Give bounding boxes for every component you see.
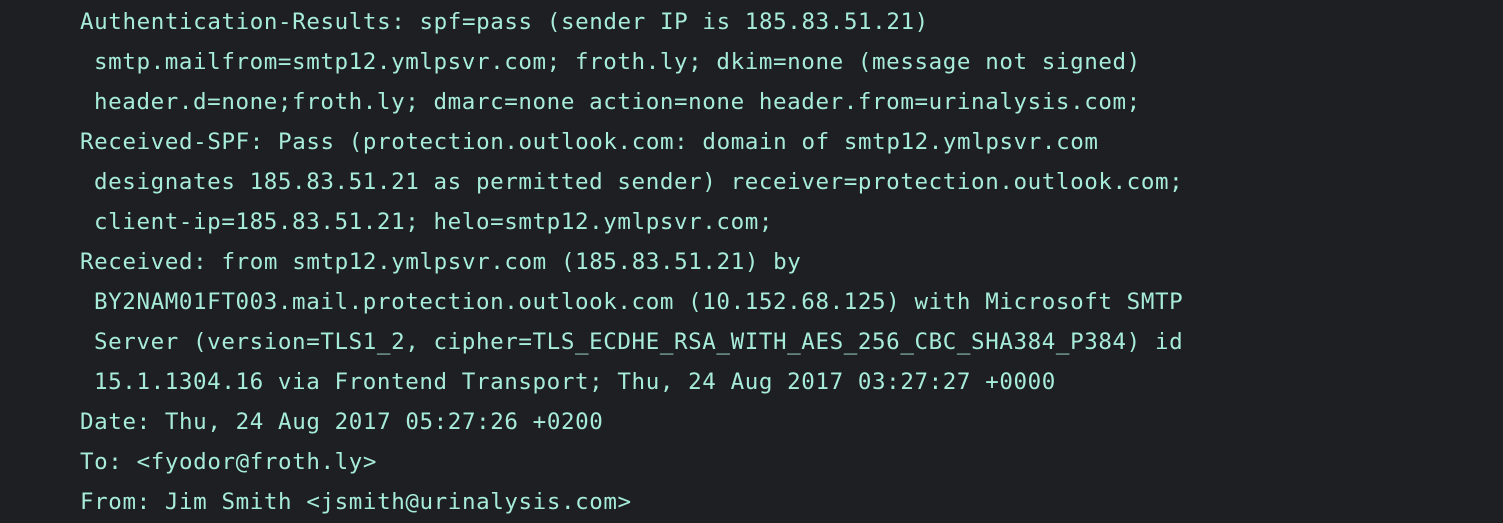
header-line-to: To: <fyodor@froth.ly> [80,449,378,475]
header-line-continuation: smtp.mailfrom=smtp12.ymlpsvr.com; froth.… [94,49,1141,75]
header-line-from: From: Jim Smith <jsmith@urinalysis.com> [80,489,632,515]
header-line-continuation: client-ip=185.83.51.21; helo=smtp12.ymlp… [94,209,774,235]
header-line-received: Received: from smtp12.ymlpsvr.com (185.8… [80,249,802,275]
header-line-continuation: designates 185.83.51.21 as permitted sen… [94,169,1184,195]
header-line-authentication-results: Authentication-Results: spf=pass (sender… [80,9,929,35]
header-line-date: Date: Thu, 24 Aug 2017 05:27:26 +0200 [80,409,604,435]
header-line-continuation: header.d=none;froth.ly; dmarc=none actio… [94,89,1141,115]
email-header-lines: Authentication-Results: spf=pass (sender… [80,2,1183,522]
header-line-continuation: Server (version=TLS1_2, cipher=TLS_ECDHE… [94,329,1184,355]
header-line-received-spf: Received-SPF: Pass (protection.outlook.c… [80,129,1099,155]
header-line-continuation: 15.1.1304.16 via Frontend Transport; Thu… [94,369,1056,395]
email-header-view: Authentication-Results: spf=pass (sender… [0,0,1503,523]
header-line-continuation: BY2NAM01FT003.mail.protection.outlook.co… [94,289,1184,315]
